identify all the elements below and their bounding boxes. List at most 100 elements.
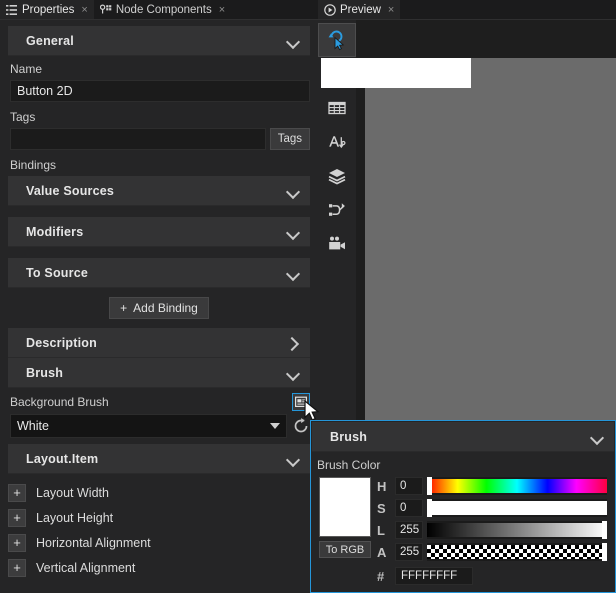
channel-l-label: L	[377, 522, 385, 538]
expand-icon[interactable]: +	[8, 558, 26, 577]
left-tabbar: Properties × Node Components ×	[0, 0, 318, 20]
brush-editor-icon	[295, 396, 307, 407]
chevron-down-icon[interactable]	[286, 225, 300, 239]
chevron-down-icon[interactable]	[590, 430, 604, 444]
slider-handle[interactable]	[602, 543, 607, 561]
pointer-click-icon	[328, 30, 345, 51]
name-input[interactable]: Button 2D	[10, 80, 310, 102]
chevron-down-icon[interactable]	[286, 452, 300, 466]
tab-node-components[interactable]: Node Components ×	[94, 0, 231, 20]
tabbar-underline	[318, 19, 616, 20]
layout-props-list: + Layout Width + Layout Height + Horizon…	[0, 480, 318, 580]
section-description[interactable]: Description	[8, 328, 310, 358]
tool-grid[interactable]	[318, 91, 356, 125]
tags-row: Tags	[10, 128, 310, 150]
chevron-down-icon[interactable]	[286, 34, 300, 48]
slider-handle[interactable]	[427, 477, 432, 495]
properties-panel: Properties × Node Components × General N…	[0, 0, 318, 593]
add-binding-button[interactable]: + Add Binding	[109, 297, 209, 319]
channel-l-slider[interactable]	[427, 521, 607, 539]
chevron-right-icon[interactable]	[286, 336, 300, 350]
chevron-down-icon[interactable]	[286, 366, 300, 380]
section-modifiers[interactable]: Modifiers	[8, 217, 310, 247]
horizontal-alignment-label: Horizontal Alignment	[36, 535, 151, 550]
swatch-column: To RGB	[319, 477, 371, 585]
camera-icon	[329, 236, 345, 250]
tab-preview[interactable]: Preview ×	[318, 0, 401, 20]
tool-camera[interactable]	[318, 227, 356, 261]
brush-color-popup: Brush Brush Color To RGB H 0 S 0 L 255 A…	[310, 420, 616, 593]
section-general[interactable]: General	[8, 26, 310, 56]
list-item[interactable]: + Layout Width	[0, 480, 318, 505]
channel-a-label: A	[377, 544, 387, 560]
section-to-source[interactable]: To Source	[8, 258, 310, 288]
properties-body: General Name Button 2D Tags Tags Binding…	[0, 20, 318, 593]
alpha-gradient	[427, 545, 607, 559]
section-description-title: Description	[26, 335, 97, 350]
preview-button-2d-object[interactable]	[321, 58, 471, 88]
close-icon[interactable]: ×	[81, 4, 87, 16]
slider-handle[interactable]	[602, 521, 607, 539]
section-modifiers-title: Modifiers	[26, 224, 84, 239]
hex-input[interactable]: FFFFFFFF	[395, 567, 473, 585]
expand-icon[interactable]: +	[8, 483, 26, 502]
hash-label: #	[377, 568, 385, 584]
saturation-gradient	[427, 501, 607, 515]
list-item[interactable]: + Horizontal Alignment	[0, 530, 318, 555]
layers-icon	[328, 169, 346, 185]
tool-text[interactable]	[318, 125, 356, 159]
channel-a-slider[interactable]	[427, 543, 607, 561]
channel-a-input[interactable]: 255	[395, 543, 423, 561]
close-icon[interactable]: ×	[388, 4, 394, 16]
revert-icon	[294, 418, 308, 433]
slider-handle[interactable]	[427, 499, 432, 517]
chevron-down-icon[interactable]	[286, 184, 300, 198]
section-layout-item[interactable]: Layout.Item	[8, 444, 310, 474]
add-binding-row: + Add Binding	[0, 297, 318, 319]
chevron-down-icon[interactable]	[286, 266, 300, 280]
tags-button[interactable]: Tags	[269, 128, 310, 150]
channel-row-l: L 255	[377, 521, 607, 539]
channel-h-input[interactable]: 0	[395, 477, 423, 495]
expand-icon[interactable]: +	[8, 533, 26, 552]
section-value-sources[interactable]: Value Sources	[8, 176, 310, 206]
tool-pointer-click[interactable]	[318, 23, 356, 57]
channel-row-a: A 255	[377, 543, 607, 561]
background-brush-row: Background Brush	[0, 393, 318, 411]
chevron-down-icon[interactable]	[270, 423, 280, 429]
brush-popup-header[interactable]: Brush	[312, 422, 614, 452]
play-circle-icon	[324, 4, 336, 16]
text-icon	[329, 136, 346, 149]
tool-layers[interactable]	[318, 159, 356, 193]
node-graph-icon	[329, 203, 345, 216]
tab-properties[interactable]: Properties ×	[0, 0, 94, 20]
to-rgb-button[interactable]: To RGB	[319, 541, 371, 558]
section-layout-item-title: Layout.Item	[26, 451, 99, 466]
section-brush-title: Brush	[26, 365, 64, 380]
tags-label: Tags	[10, 110, 36, 124]
add-binding-label: Add Binding	[133, 301, 198, 315]
tab-properties-label: Properties	[22, 4, 75, 16]
channel-l-input[interactable]: 255	[395, 521, 423, 539]
expand-icon[interactable]: +	[8, 508, 26, 527]
channel-s-input[interactable]: 0	[395, 499, 423, 517]
section-general-title: General	[26, 33, 74, 48]
background-brush-value: White	[17, 419, 49, 433]
brush-popup-title: Brush	[330, 429, 368, 444]
hue-gradient	[427, 479, 607, 493]
tool-node-graph[interactable]	[318, 193, 356, 227]
channel-row-h: H 0	[377, 477, 607, 495]
list-item[interactable]: + Layout Height	[0, 505, 318, 530]
list-item[interactable]: + Vertical Alignment	[0, 555, 318, 580]
background-brush-combo[interactable]: White	[10, 414, 287, 438]
reset-brush-button[interactable]	[292, 417, 310, 435]
app-root: Properties × Node Components × General N…	[0, 0, 616, 593]
channel-h-slider[interactable]	[427, 477, 607, 495]
channel-s-label: S	[377, 500, 386, 516]
brush-editor-button[interactable]	[292, 393, 310, 411]
tags-input[interactable]	[10, 128, 266, 150]
channel-row-s: S 0	[377, 499, 607, 517]
channel-s-slider[interactable]	[427, 499, 607, 517]
close-icon[interactable]: ×	[219, 4, 225, 16]
section-brush[interactable]: Brush	[8, 358, 310, 388]
